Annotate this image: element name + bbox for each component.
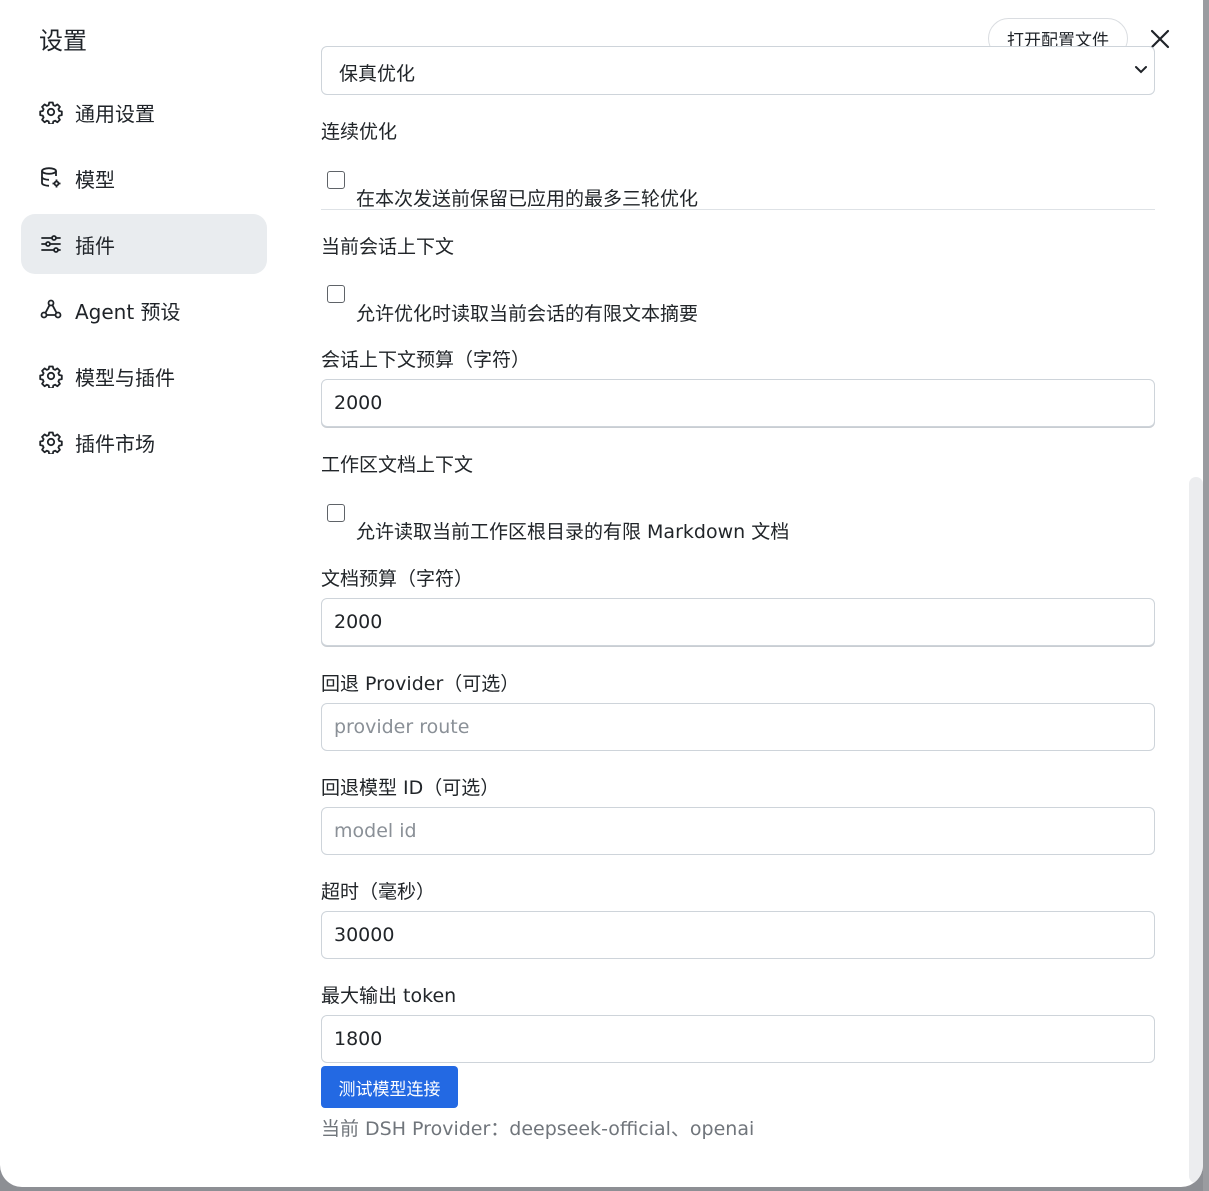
test-model-connection-button[interactable]: 测试模型连接 [321,1066,458,1108]
modal-backdrop [1203,0,1209,1191]
sidebar-item-models-and-plugins[interactable]: 模型与插件 [21,346,267,406]
sidebar-item-label: 插件市场 [75,431,155,456]
select-value: 保真优化 [339,63,416,85]
timeout-label: 超时（毫秒） [321,881,436,903]
dialog-title: 设置 [39,27,87,55]
gear-icon [39,100,63,124]
doc-budget-input[interactable] [321,598,1155,646]
sidebar-item-label: 插件 [75,233,115,258]
session-budget-input[interactable] [321,379,1155,427]
session-context-text: 允许优化时读取当前会话的有限文本摘要 [356,303,699,325]
session-context-checkbox[interactable] [327,285,345,303]
optimization-strategy-select[interactable]: 保真优化 [321,46,1155,95]
sidebar-item-label: 模型与插件 [75,365,175,390]
sidebar-item-label: 通用设置 [75,101,155,126]
fallback-model-input[interactable] [321,807,1155,855]
divider [321,209,1155,210]
workspace-context-text: 允许读取当前工作区根目录的有限 Markdown 文档 [356,521,790,543]
chevron-down-icon [1135,66,1147,74]
gear-icon [39,430,63,454]
max-tokens-label: 最大输出 token [321,985,457,1007]
session-budget-label: 会话上下文预算（字符） [321,349,531,371]
timeout-input[interactable] [321,911,1155,959]
fallback-provider-input[interactable] [321,703,1155,751]
fallback-model-label: 回退模型 ID（可选） [321,777,500,799]
sidebar-item-general[interactable]: 通用设置 [21,82,267,142]
continuous-optimization-text: 在本次发送前保留已应用的最多三轮优化 [356,188,699,210]
workspace-context-label: 工作区文档上下文 [321,454,474,476]
scrollbar[interactable] [1189,477,1203,1183]
sidebar-item-models[interactable]: 模型 [21,148,267,208]
fallback-provider-label: 回退 Provider（可选） [321,673,520,695]
settings-dialog: 设置 打开配置文件 通用设置 模型 插件 Agent 预设 模型与插件 插件市场… [0,0,1203,1187]
current-provider-note: 当前 DSH Provider：deepseek-official、openai [321,1118,755,1140]
database-gear-icon [39,166,63,190]
workspace-context-checkbox[interactable] [327,504,345,522]
plugin-settings-form: 保真优化 连续优化 在本次发送前保留已应用的最多三轮优化 当前会话上下文 允许优… [321,0,1155,1187]
sliders-icon [39,232,63,256]
sidebar-item-label: 模型 [75,167,115,192]
sidebar-item-plugins[interactable]: 插件 [21,214,267,274]
sidebar-item-plugin-market[interactable]: 插件市场 [21,412,267,472]
settings-sidebar: 通用设置 模型 插件 Agent 预设 模型与插件 插件市场 [21,82,267,478]
sidebar-item-agent-presets[interactable]: Agent 预设 [21,280,267,340]
session-context-label: 当前会话上下文 [321,236,455,258]
gear-icon [39,364,63,388]
continuous-optimization-label: 连续优化 [321,121,398,143]
agent-nodes-icon [39,298,63,322]
max-tokens-input[interactable] [321,1015,1155,1063]
doc-budget-label: 文档预算（字符） [321,568,474,590]
continuous-optimization-checkbox[interactable] [327,171,345,189]
sidebar-item-label: Agent 预设 [75,299,181,324]
